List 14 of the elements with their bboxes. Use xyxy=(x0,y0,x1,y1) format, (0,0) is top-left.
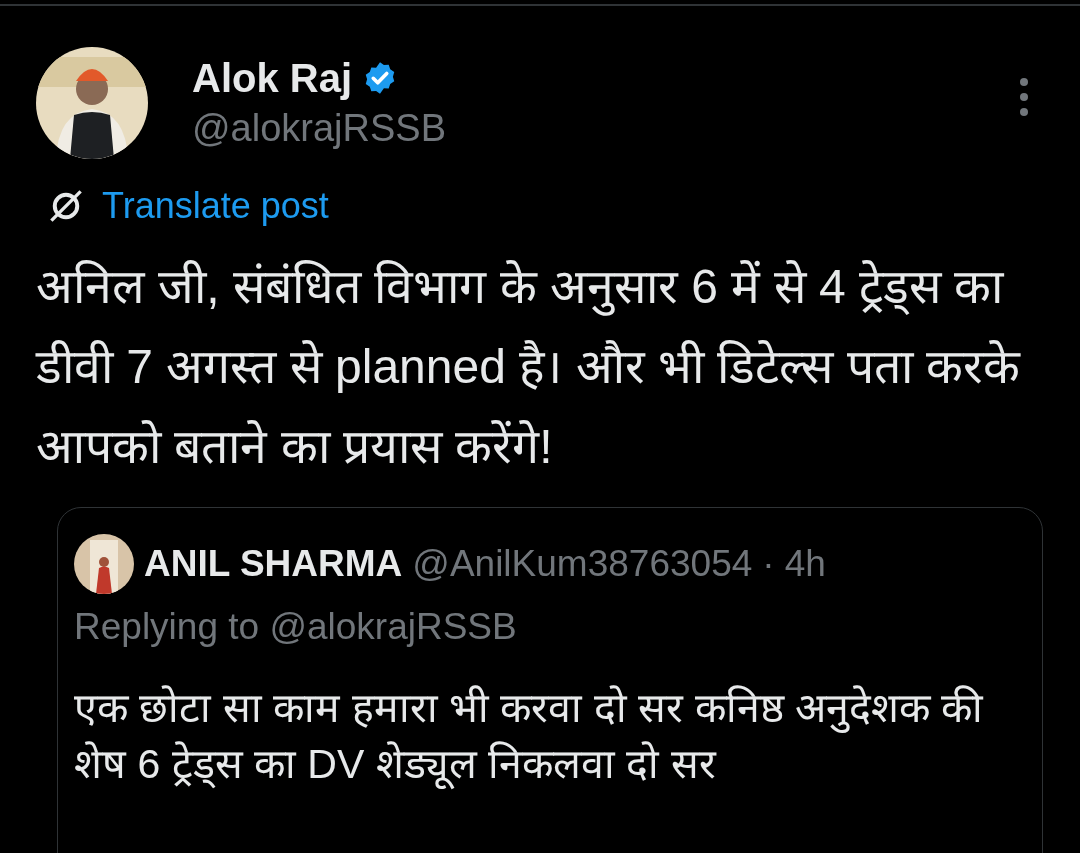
author-name[interactable]: Alok Raj xyxy=(192,53,353,103)
separator-dot: · xyxy=(762,543,775,585)
post-time: 4h xyxy=(784,543,826,585)
translate-icon xyxy=(48,188,84,224)
replying-to-text: Replying to @alokrajRSSB xyxy=(74,606,518,648)
author-handle[interactable]: @alokrajRSSB xyxy=(192,103,446,153)
avatar[interactable] xyxy=(74,534,134,594)
quoted-post-card[interactable]: ANIL SHARMA @AnilKum38763054 · 4h Replying to @alokrajRSSB एक छोटा सा काम हमारा भी करवा दो सर कनिष्ठ अनुदेशक की शेष 6 ट्रेड्स का DV शेड्यूल निकलवा दो सर xyxy=(57,507,1043,853)
quoted-author-name[interactable]: ANIL SHARMA xyxy=(144,543,403,585)
more-options-icon[interactable] xyxy=(1019,77,1029,117)
translate-link[interactable]: Translate post xyxy=(102,185,329,227)
quoted-author-handle[interactable]: @AnilKum38763054 xyxy=(412,543,753,585)
quoted-post-text: एक छोटा सा काम हमारा भी करवा दो सर कनिष्ठ अनुदेशक की शेष 6 ट्रेड्स का DV शेड्यूल निकलवा दो सर xyxy=(74,684,984,791)
post-text: अनिल जी, संबंधित विभाग के अनुसार 6 में से 4 ट्रेड्स का डीवी 7 अगस्त से planned है। और भी डिटेल्स पता करके आपको बताने का प्रयास करेंगे! xyxy=(36,259,1022,475)
